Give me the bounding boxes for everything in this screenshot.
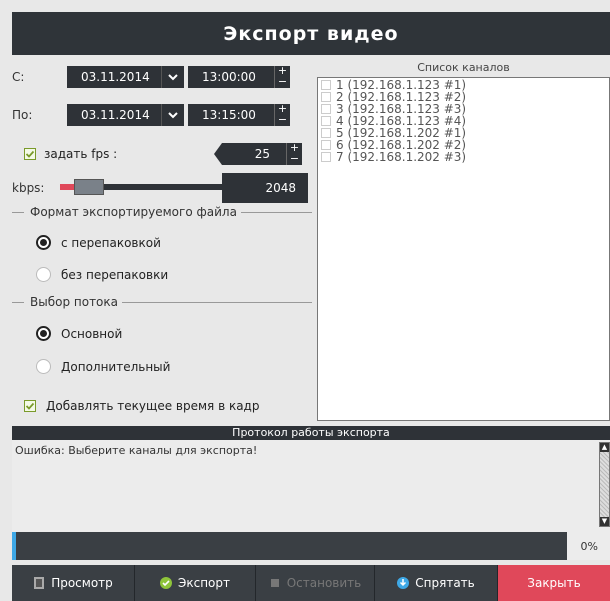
fps-label: задать fps :	[44, 147, 118, 161]
radio-repack-label: с перепаковкой	[61, 235, 161, 250]
format-group-title: Формат экспортируемого файла	[12, 205, 312, 219]
channel-checkbox[interactable]	[321, 80, 331, 90]
button-bar: Просмотр Экспорт Остановить Спрятать Зак…	[12, 565, 610, 601]
to-time-stepper[interactable]: + −	[274, 103, 290, 126]
channel-items: 1 (192.168.1.123 #1) 2 (192.168.1.123 #2)…	[318, 78, 609, 163]
stream-option-main[interactable]: Основной	[36, 326, 122, 341]
fps-checkbox[interactable]	[24, 148, 36, 160]
timestamp-row: Добавлять текущее время в кадр	[24, 399, 259, 413]
progress-text: 0%	[580, 540, 598, 553]
channel-checkbox[interactable]	[321, 92, 331, 102]
channel-list-title: Список каналов	[417, 61, 510, 74]
preview-button[interactable]: Просмотр	[12, 565, 135, 601]
group-divider	[240, 211, 312, 213]
film-icon	[34, 577, 45, 589]
preview-button-label: Просмотр	[51, 576, 113, 590]
minus-icon[interactable]: −	[278, 76, 287, 87]
progress-fill	[12, 532, 16, 560]
radio-main-stream-label: Основной	[61, 326, 123, 341]
radio-norepack-label: без перепаковки	[61, 267, 169, 282]
format-group-label: Формат экспортируемого файла	[30, 205, 237, 219]
log-area: Ошибка: Выберите каналы для экспорта! ▲ …	[12, 440, 610, 532]
channel-list-item[interactable]: 7 (192.168.1.202 #3)	[318, 151, 609, 163]
format-option-repack[interactable]: с перепаковкой	[36, 235, 161, 250]
log-title: Протокол работы экспорта	[12, 426, 610, 440]
from-date-dropdown[interactable]	[161, 66, 184, 88]
stream-group-title: Выбор потока	[12, 295, 312, 309]
kbps-label: kbps:	[12, 181, 45, 195]
close-button[interactable]: Закрыть	[498, 565, 610, 601]
chevron-down-icon	[168, 112, 178, 119]
group-divider	[12, 211, 24, 213]
channel-list[interactable]: 1 (192.168.1.123 #1) 2 (192.168.1.123 #2)…	[317, 77, 610, 421]
to-label: По:	[12, 108, 33, 122]
settings-pane: С: 03.11.2014 13:00:00 + − По: 03.11.201…	[12, 55, 610, 426]
stop-button[interactable]: Остановить	[256, 565, 375, 601]
window-title: Экспорт видео	[12, 12, 610, 55]
chevron-down-icon	[168, 74, 178, 81]
channel-checkbox[interactable]	[321, 152, 331, 162]
format-option-norepack[interactable]: без перепаковки	[36, 267, 168, 282]
radio-extra-stream[interactable]	[36, 359, 51, 374]
progress: 0%	[12, 532, 610, 560]
channel-checkbox[interactable]	[321, 116, 331, 126]
kbps-row: kbps: 2048	[12, 173, 308, 203]
from-time-field[interactable]: 13:00:00	[188, 66, 274, 88]
radio-repack[interactable]	[36, 235, 51, 250]
from-date-field[interactable]: 03.11.2014	[67, 66, 161, 88]
from-label: С:	[12, 70, 25, 84]
radio-extra-stream-label: Дополнительный	[61, 359, 171, 374]
fps-pointer-shape	[214, 143, 222, 165]
channel-checkbox[interactable]	[321, 104, 331, 114]
kbps-slider-fill	[60, 184, 74, 190]
export-button[interactable]: Экспорт	[135, 565, 256, 601]
channel-checkbox[interactable]	[321, 128, 331, 138]
to-time-field[interactable]: 13:15:00	[188, 104, 274, 126]
stream-group-label: Выбор потока	[30, 295, 119, 309]
from-row: С: 03.11.2014 13:00:00 + −	[12, 65, 290, 88]
log-message: Ошибка: Выберите каналы для экспорта!	[15, 444, 258, 457]
progress-bar	[12, 532, 567, 560]
download-icon	[397, 577, 410, 589]
hide-button[interactable]: Спрятать	[375, 565, 498, 601]
stop-button-label: Остановить	[286, 576, 362, 590]
minus-icon[interactable]: −	[278, 114, 287, 125]
hide-button-label: Спрятать	[415, 576, 475, 590]
channel-label: 7 (192.168.1.202 #3)	[336, 150, 467, 164]
from-time-stepper[interactable]: + −	[274, 65, 290, 88]
stream-option-extra[interactable]: Дополнительный	[36, 359, 170, 374]
check-circle-icon	[159, 577, 172, 589]
fps-stepper[interactable]: + −	[286, 142, 302, 165]
radio-norepack[interactable]	[36, 267, 51, 282]
kbps-value-field[interactable]: 2048	[222, 173, 308, 203]
group-divider	[12, 301, 24, 303]
export-button-label: Экспорт	[177, 576, 231, 590]
checkmark-icon	[25, 402, 35, 410]
kbps-slider[interactable]	[60, 178, 222, 198]
to-date-dropdown[interactable]	[161, 104, 184, 126]
group-divider	[122, 301, 312, 303]
scroll-up-icon[interactable]: ▲	[600, 443, 609, 452]
timestamp-label: Добавлять текущее время в кадр	[46, 399, 260, 413]
fps-row: задать fps : 25 + −	[24, 142, 302, 165]
channel-checkbox[interactable]	[321, 140, 331, 150]
to-date-field[interactable]: 03.11.2014	[67, 104, 161, 126]
close-button-label: Закрыть	[527, 576, 581, 590]
radio-main-stream[interactable]	[36, 326, 51, 341]
minus-icon[interactable]: −	[290, 153, 299, 164]
fps-value-field[interactable]: 25	[222, 143, 286, 165]
scroll-down-icon[interactable]: ▼	[600, 517, 609, 526]
stop-icon	[270, 579, 279, 587]
to-row: По: 03.11.2014 13:15:00 + −	[12, 103, 290, 126]
kbps-slider-handle[interactable]	[74, 179, 104, 195]
log-scrollbar[interactable]: ▲ ▼	[599, 442, 610, 527]
checkmark-icon	[25, 150, 35, 158]
timestamp-checkbox[interactable]	[24, 400, 36, 412]
